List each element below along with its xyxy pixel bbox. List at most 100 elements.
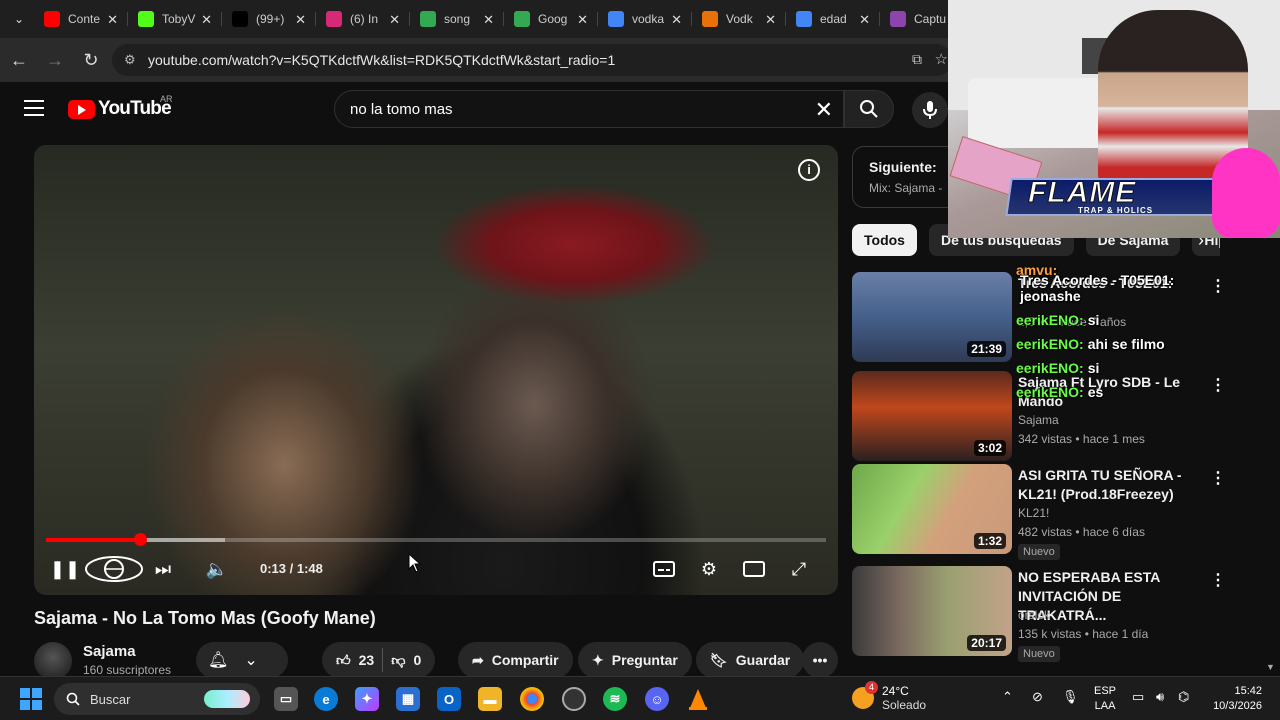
address-bar[interactable]: ⚙ youtube.com/watch?v=K5QTKdctfWk&list=R… bbox=[112, 44, 952, 76]
speaker-icon[interactable]: 🔊︎ bbox=[1156, 689, 1164, 705]
taskbar-search-box[interactable]: Buscar bbox=[54, 683, 260, 715]
display-icon[interactable]: ▭ bbox=[1132, 689, 1144, 705]
more-vertical-icon[interactable]: ⋮ bbox=[1210, 375, 1226, 395]
fullscreen-icon[interactable]: ⤢ bbox=[786, 557, 812, 581]
youtube-icon bbox=[44, 11, 60, 27]
youtube-play-icon bbox=[68, 99, 95, 119]
save-button[interactable]: 🔖︎ Guardar bbox=[696, 642, 805, 678]
subtitles-icon[interactable] bbox=[651, 557, 677, 581]
reload-icon[interactable]: ↻ bbox=[74, 43, 108, 77]
recommended-channel[interactable]: KL21! bbox=[1018, 506, 1049, 520]
menu-icon[interactable] bbox=[24, 100, 44, 116]
tab-title: TobyV bbox=[162, 12, 196, 26]
theater-mode-icon[interactable] bbox=[741, 557, 767, 581]
tab-close-icon[interactable]: ✕ bbox=[577, 12, 588, 28]
clear-icon[interactable]: ✕ bbox=[815, 97, 833, 123]
video-duration: 20:17 bbox=[967, 635, 1006, 651]
share-button[interactable]: ➦ Compartir bbox=[458, 642, 573, 678]
chrome-icon[interactable] bbox=[520, 687, 544, 711]
settings-gear-icon[interactable]: ⚙ bbox=[696, 557, 722, 581]
tab-close-icon[interactable]: ✕ bbox=[295, 12, 306, 28]
microphone-icon[interactable]: 🎙︎ bbox=[1062, 689, 1079, 705]
forward-icon[interactable]: → bbox=[38, 43, 72, 77]
spotify-icon[interactable]: ≋ bbox=[603, 687, 627, 711]
recommended-channel[interactable]: orslok bbox=[1018, 608, 1050, 622]
next-track-icon[interactable]: ⏭ bbox=[150, 557, 176, 581]
video-player[interactable]: i ❚❚ ⏭ 🔈 0:13 / 1:48 ⚙ ⤢ bbox=[34, 145, 838, 595]
voice-search-button[interactable] bbox=[912, 92, 948, 128]
browser-tab[interactable]: TobyV ✕ bbox=[128, 4, 222, 34]
browser-tab[interactable]: edad ✕ bbox=[786, 4, 880, 34]
more-vertical-icon[interactable]: ⋮ bbox=[1210, 276, 1226, 296]
channel-name[interactable]: Sajama bbox=[83, 643, 136, 660]
youtube-logo[interactable]: YouTube AR bbox=[68, 94, 173, 120]
store-icon[interactable]: ▦ bbox=[396, 687, 420, 711]
more-actions-button[interactable]: ••• bbox=[802, 642, 838, 678]
scroll-down-arrow-icon[interactable]: ▼ bbox=[1266, 662, 1275, 672]
task-view-icon[interactable]: ▭ bbox=[274, 687, 298, 711]
more-vertical-icon[interactable]: ⋮ bbox=[1210, 570, 1226, 590]
recommended-video-title[interactable]: ASI GRITA TU SEÑORA - KL21! (Prod.18Free… bbox=[1018, 466, 1212, 504]
video-thumbnail[interactable]: 3:02 bbox=[852, 371, 1012, 461]
tab-close-icon[interactable]: ✕ bbox=[389, 12, 400, 28]
scrubber-handle[interactable] bbox=[133, 533, 147, 546]
vlc-icon[interactable] bbox=[686, 687, 710, 711]
search-input[interactable]: no la tomo mas ✕ bbox=[334, 90, 844, 128]
discord-icon[interactable]: ☺ bbox=[645, 687, 669, 711]
browser-tab[interactable]: (99+) ✕ bbox=[222, 4, 316, 34]
site-info-icon[interactable]: ⚙ bbox=[124, 52, 140, 68]
progress-bar[interactable] bbox=[46, 533, 826, 546]
tab-title: (99+) bbox=[256, 12, 285, 26]
video-thumbnail[interactable]: 21:39 bbox=[852, 272, 1012, 362]
search-button[interactable] bbox=[844, 90, 894, 128]
back-icon[interactable]: ← bbox=[2, 43, 36, 77]
share-label: Compartir bbox=[491, 652, 559, 668]
language-code: ESP bbox=[1094, 685, 1117, 697]
tab-close-icon[interactable]: ✕ bbox=[201, 12, 212, 28]
recommended-video[interactable]: 20:17 NO ESPERABA ESTA INVITACIÓN DE TRA… bbox=[852, 566, 1232, 662]
like-button[interactable]: 👍︎ 23 bbox=[336, 652, 374, 669]
language-indicator[interactable]: ESP LAA bbox=[1094, 684, 1116, 714]
bell-icon: 🔔︎ bbox=[208, 652, 229, 669]
windows-start-icon[interactable] bbox=[20, 688, 42, 710]
tab-search-button[interactable]: ⌄ bbox=[4, 4, 34, 34]
pause-icon[interactable]: ❚❚ bbox=[50, 557, 80, 581]
notifications-button[interactable]: 🔔︎ ⌄ bbox=[196, 642, 288, 678]
system-clock[interactable]: 15:42 10/3/2026 bbox=[1204, 684, 1262, 714]
played-bar bbox=[46, 538, 140, 542]
dislike-button[interactable]: 👎︎ 0 bbox=[391, 652, 421, 669]
tab-close-icon[interactable]: ✕ bbox=[107, 12, 118, 28]
tab-close-icon[interactable]: ✕ bbox=[671, 12, 682, 28]
install-app-icon[interactable]: ⧉ bbox=[912, 51, 922, 68]
ask-button[interactable]: ✦ Preguntar bbox=[578, 642, 692, 678]
location-off-icon[interactable]: ⊘ bbox=[1032, 689, 1043, 705]
volume-icon[interactable]: 🔈 bbox=[204, 557, 230, 581]
info-icon[interactable]: i bbox=[798, 159, 820, 181]
browser-tab[interactable]: Conte ✕ bbox=[34, 4, 128, 34]
video-thumbnail[interactable]: 1:32 bbox=[852, 464, 1012, 554]
tab-close-icon[interactable]: ✕ bbox=[765, 12, 776, 28]
browser-tab[interactable]: song ✕ bbox=[410, 4, 504, 34]
browser-tab[interactable]: (6) In ✕ bbox=[316, 4, 410, 34]
weather-widget[interactable]: 4 24°C Soleado bbox=[852, 681, 926, 712]
file-explorer-icon[interactable]: ▬ bbox=[478, 687, 502, 711]
filter-chip[interactable]: Todos bbox=[852, 224, 917, 256]
browser-tab[interactable]: Goog ✕ bbox=[504, 4, 598, 34]
more-vertical-icon[interactable]: ⋮ bbox=[1210, 468, 1226, 488]
obs-icon[interactable] bbox=[562, 687, 586, 711]
recommended-channel[interactable]: Sajama bbox=[1018, 413, 1059, 427]
recommended-video[interactable]: 1:32 ASI GRITA TU SEÑORA - KL21! (Prod.1… bbox=[852, 464, 1232, 560]
outlook-icon[interactable]: O bbox=[437, 687, 461, 711]
network-icon[interactable]: ⌬ bbox=[1178, 689, 1189, 705]
tab-close-icon[interactable]: ✕ bbox=[483, 12, 494, 28]
channel-avatar[interactable] bbox=[34, 642, 72, 680]
bookmark-star-icon[interactable]: ☆ bbox=[935, 50, 948, 68]
browser-tab[interactable]: vodka ✕ bbox=[598, 4, 692, 34]
chevron-up-icon[interactable]: ⌃ bbox=[1002, 689, 1013, 705]
edge-icon[interactable]: e bbox=[314, 687, 338, 711]
video-owner-row: Sajama 160 suscriptores 🔔︎ ⌄ 👍︎ 23 👎︎ 0 … bbox=[34, 640, 954, 680]
copilot-icon[interactable]: ✦ bbox=[355, 687, 379, 711]
tab-close-icon[interactable]: ✕ bbox=[859, 12, 870, 28]
video-thumbnail[interactable]: 20:17 bbox=[852, 566, 1012, 656]
browser-tab[interactable]: Vodk ✕ bbox=[692, 4, 786, 34]
